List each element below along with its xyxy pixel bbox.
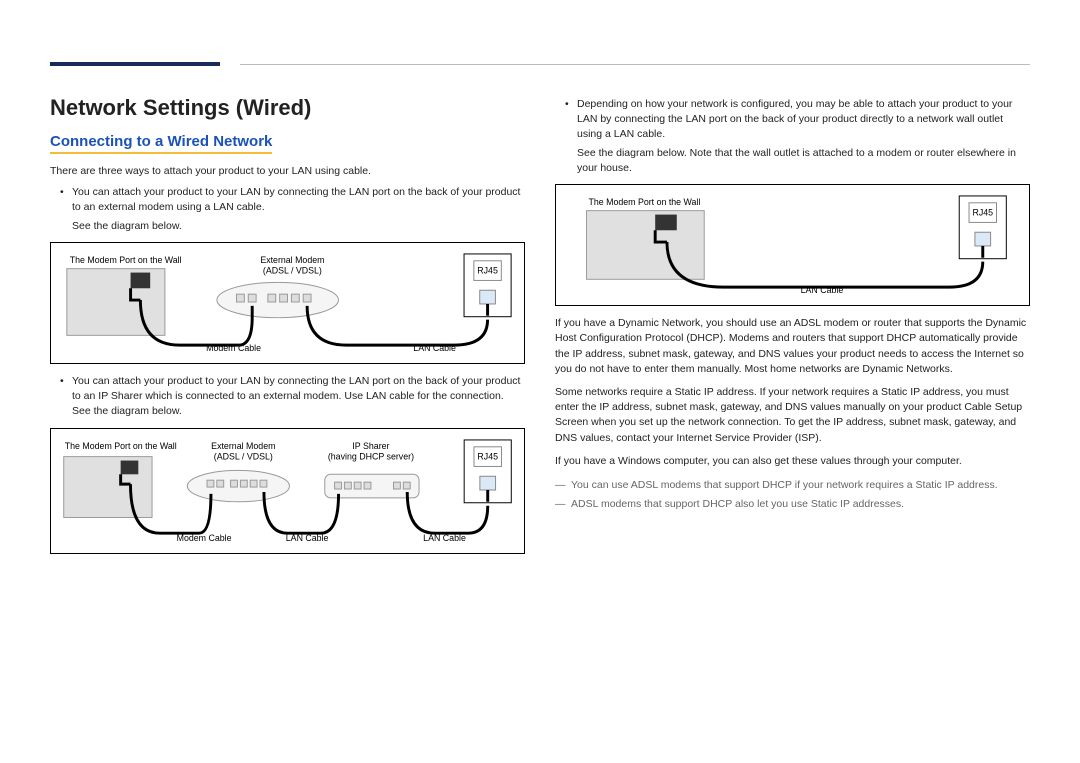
bullet-text: You can attach your product to your LAN … <box>72 186 520 213</box>
label-lan-cable: LAN Cable <box>423 533 466 543</box>
label-rj45: RJ45 <box>972 208 993 218</box>
label-lan: LAN <box>974 193 991 195</box>
label-lan-cable: LAN Cable <box>413 343 456 353</box>
bullet-list-left-2: You can attach your product to your LAN … <box>50 374 525 420</box>
label-lan-cable: LAN Cable <box>286 533 329 543</box>
dash-item: You can use ADSL modems that support DHC… <box>571 477 1030 494</box>
label-rj45: RJ45 <box>477 265 498 275</box>
bullet-sub: See the diagram below. <box>72 219 525 234</box>
bullet-list-right: Depending on how your network is configu… <box>555 97 1030 176</box>
label-sharer-sub: (having DHCP server) <box>328 451 414 461</box>
paragraph: If you have a Windows computer, you can … <box>555 454 1030 469</box>
dash-item: ADSL modems that support DHCP also let y… <box>571 496 1030 513</box>
label-wall: The Modem Port on the Wall <box>589 197 701 207</box>
label-lan: LAN <box>479 437 496 439</box>
bullet-item: You can attach your product to your LAN … <box>72 185 525 234</box>
dash-list: You can use ADSL modems that support DHC… <box>555 477 1030 513</box>
label-rj45: RJ45 <box>477 451 498 461</box>
left-column: Network Settings (Wired) Connecting to a… <box>50 95 525 564</box>
page-title: Network Settings (Wired) <box>50 95 525 121</box>
bullet-sub: See the diagram below. Note that the wal… <box>577 146 1030 176</box>
paragraph: Some networks require a Static IP addres… <box>555 385 1030 446</box>
label-modem-sub: (ADSL / VDSL) <box>263 265 322 275</box>
label-lan: LAN <box>479 251 496 253</box>
label-modem-cable: Modem Cable <box>206 343 261 353</box>
bullet-text: You can attach your product to your LAN … <box>72 375 520 417</box>
bullet-item: Depending on how your network is configu… <box>577 97 1030 176</box>
label-modem-cable: Modem Cable <box>177 533 232 543</box>
label-modem: External Modem <box>260 255 324 265</box>
diagram-modem-direct: The Modem Port on the Wall External Mode… <box>50 242 525 364</box>
diagram-wall-direct: The Modem Port on the Wall LAN RJ45 LAN … <box>555 184 1030 306</box>
bullet-item: You can attach your product to your LAN … <box>72 374 525 420</box>
label-lan-cable: LAN Cable <box>801 285 844 295</box>
diagram-modem-sharer: The Modem Port on the Wall External Mode… <box>50 428 525 554</box>
label-sharer: IP Sharer <box>352 440 389 450</box>
intro-text: There are three ways to attach your prod… <box>50 164 525 179</box>
label-wall: The Modem Port on the Wall <box>65 440 177 450</box>
label-modem: External Modem <box>211 440 275 450</box>
label-wall: The Modem Port on the Wall <box>70 255 182 265</box>
bullet-text: Depending on how your network is configu… <box>577 98 1012 140</box>
paragraph: If you have a Dynamic Network, you shoul… <box>555 316 1030 377</box>
right-column: Depending on how your network is configu… <box>555 95 1030 564</box>
bullet-list-left: You can attach your product to your LAN … <box>50 185 525 234</box>
section-heading: Connecting to a Wired Network <box>50 133 272 154</box>
label-modem-sub: (ADSL / VDSL) <box>214 451 273 461</box>
